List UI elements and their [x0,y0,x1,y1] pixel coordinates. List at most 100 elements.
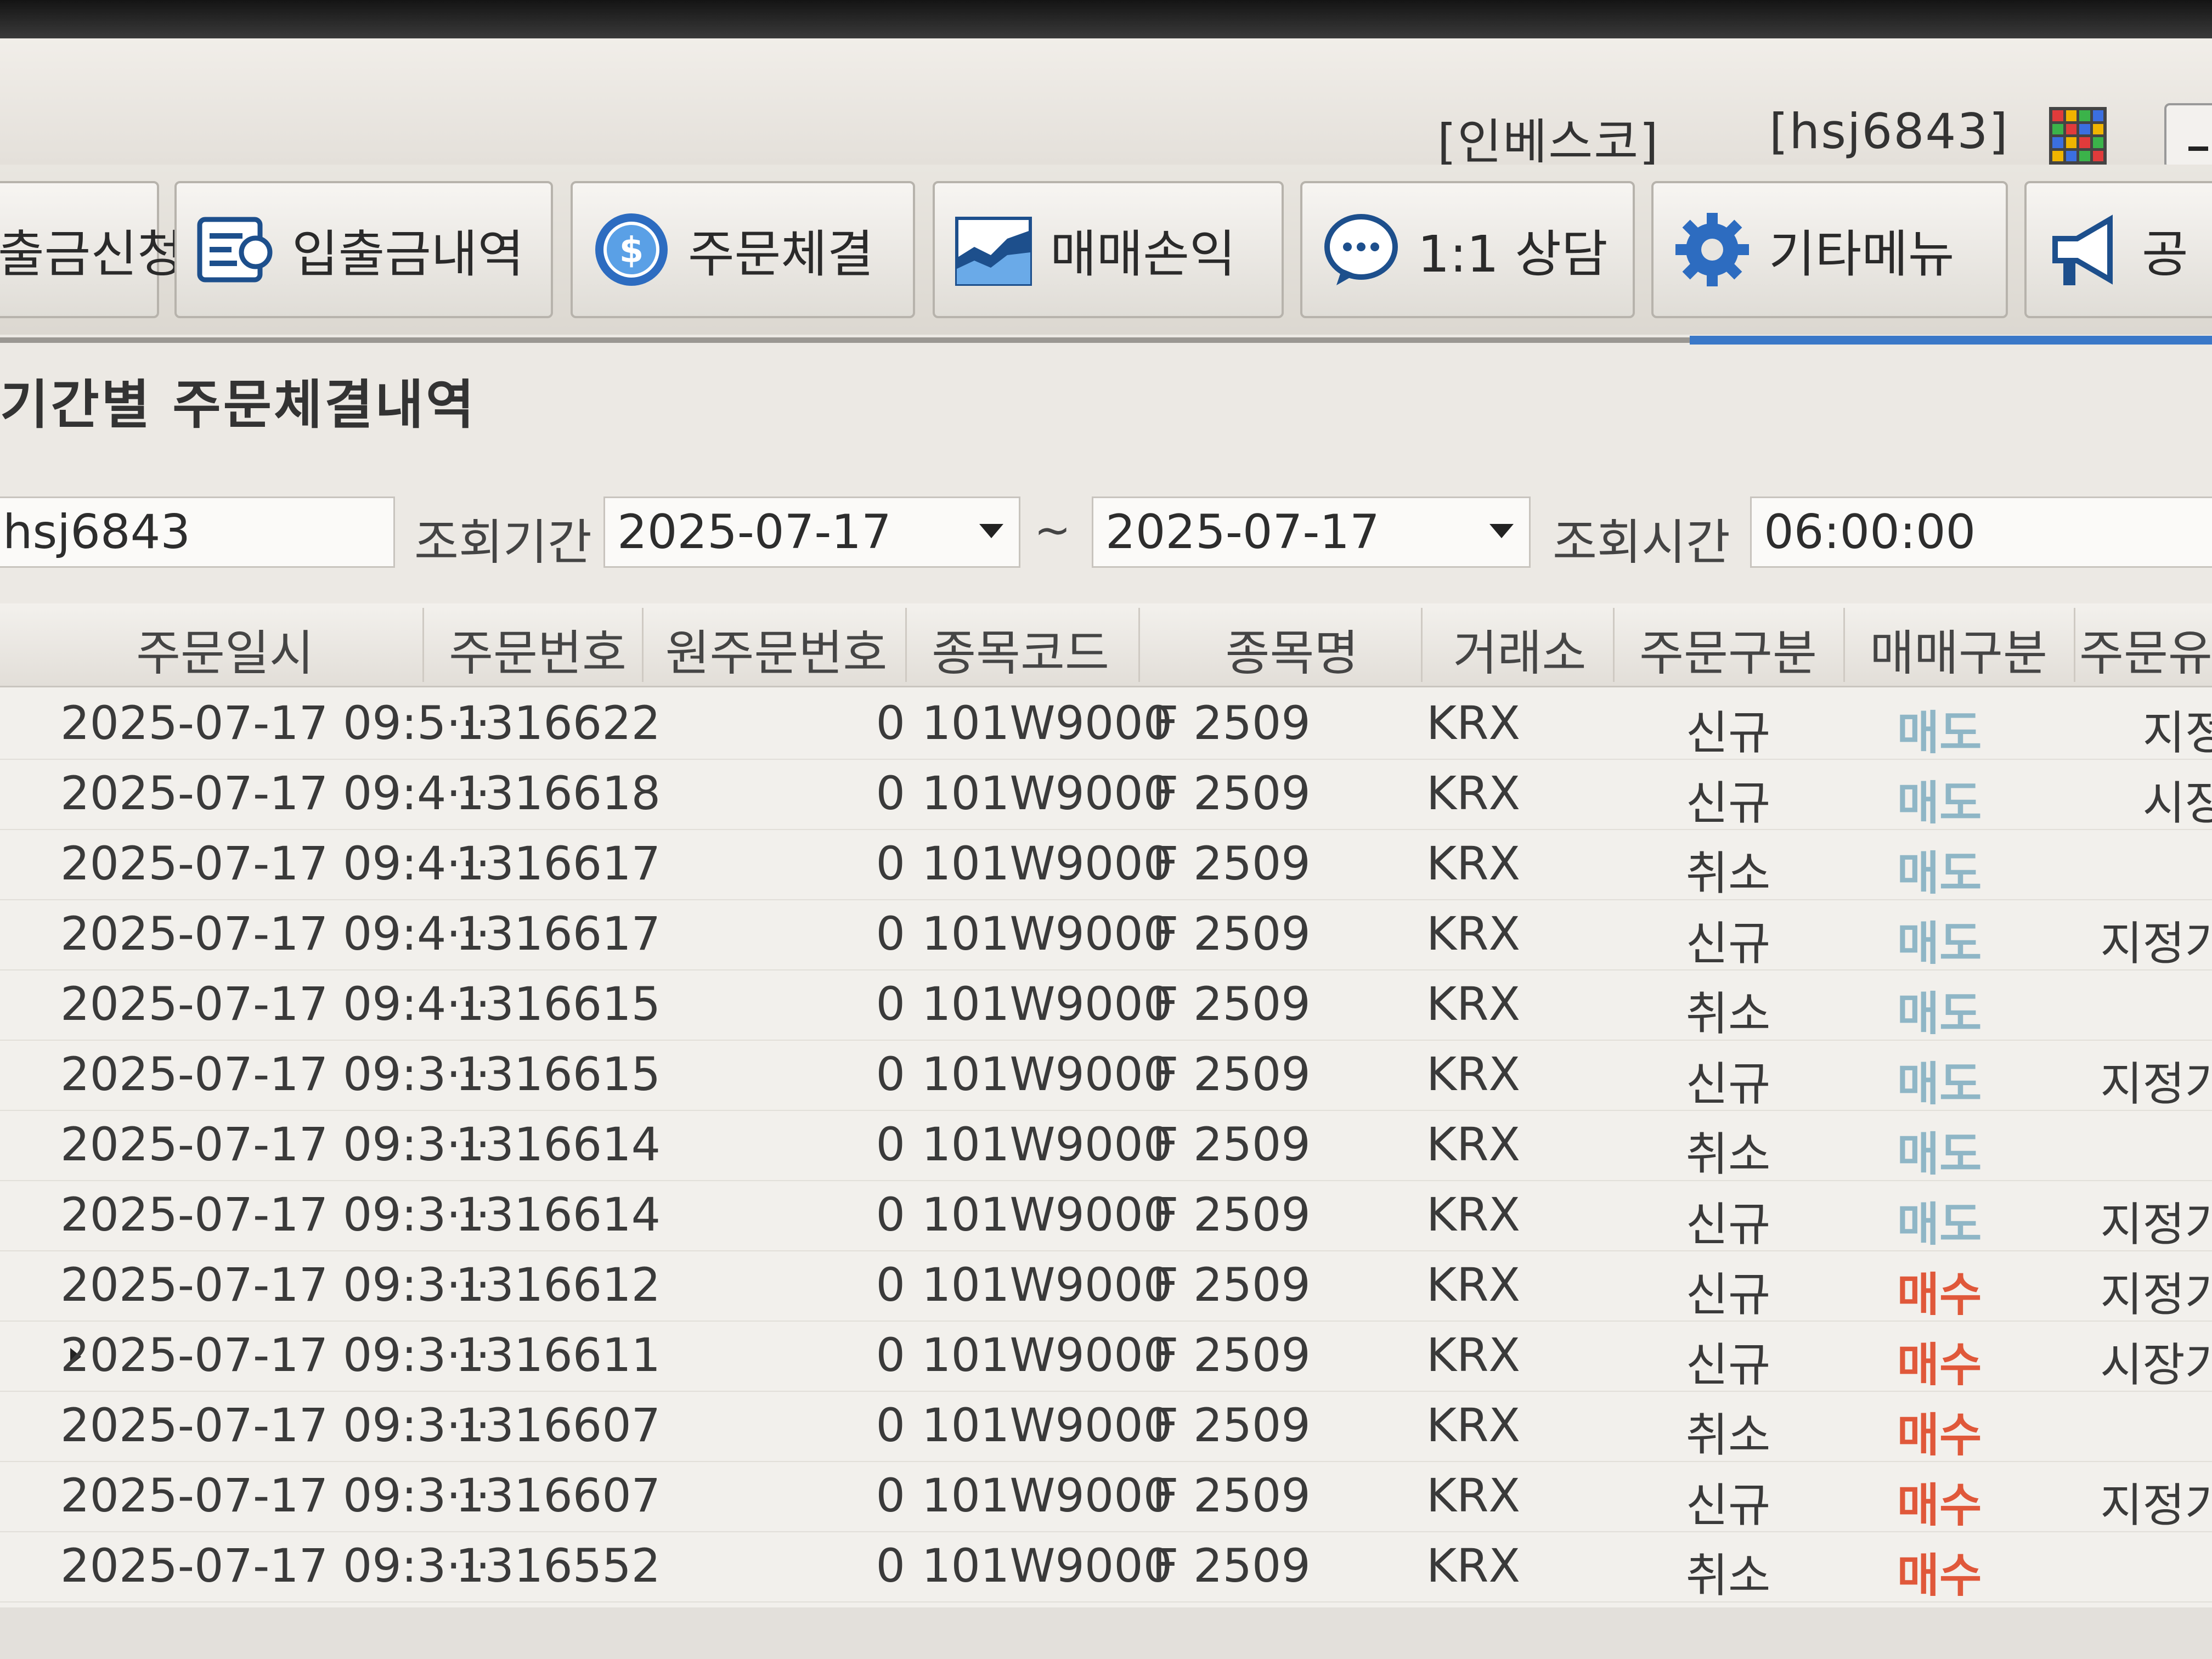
table-row[interactable]: 2025-07-17 09:3··· 1316612 0 101W9000 F 2509… [0,1250,2212,1322]
cell-order-type: 신규 [1685,1338,1771,1392]
table-row[interactable]: 2025-07-17 09:3··· 1316607 0 101W9000 F 2509… [0,1391,2212,1462]
cell-orig-order-no: 0 [876,766,905,820]
cell-order-type: 취소 [1685,847,1771,900]
column-divider[interactable] [1138,608,1140,682]
withdraw-label: 출금신청 [0,224,184,284]
deposit-history-button[interactable]: 입출금내역 [174,181,553,318]
cell-price-type: 지정가 [2100,1198,2212,1251]
cell-exchange: KRX [1426,1539,1520,1593]
cell-order-datetime: 2025-07-17 09:4··· [60,837,490,890]
cell-exchange: KRX [1426,1258,1520,1312]
account-field[interactable]: hsj6843 [0,496,395,568]
col-order-datetime[interactable]: 주문일시 [82,614,368,684]
cell-item-name: F 2509 [1152,766,1311,820]
cell-item-code: 101W9000 [922,837,1173,890]
etc-menu-label: 기타메뉴 [1769,224,1955,284]
cell-item-name: F 2509 [1152,1188,1311,1242]
column-divider[interactable] [1421,608,1423,682]
etc-menu-button[interactable]: 기타메뉴 [1651,181,2008,318]
table-row[interactable]: 2025-07-17 09:4··· 1316615 0 101W9000 F 2509… [0,969,2212,1041]
cell-order-no: 1316618 [455,766,661,820]
cell-trade-side: 매도 [1897,917,1982,970]
col-trade-side[interactable]: 매매구분 [1849,614,2068,684]
cell-order-type: 신규 [1685,776,1771,830]
table-row[interactable]: 2025-07-17 09:3··· 1316552 0 101W9000 F 2509… [0,1531,2212,1602]
cell-orig-order-no: 0 [876,1539,905,1593]
cell-orig-order-no: 0 [876,907,905,961]
cell-item-name: F 2509 [1152,1328,1311,1382]
cell-order-datetime: 2025-07-17 09:3··· [60,1469,490,1522]
cell-item-name: F 2509 [1152,1118,1311,1171]
cell-trade-side: 매도 [1897,1127,1982,1181]
cell-orig-order-no: 0 [876,1118,905,1171]
column-divider[interactable] [1843,608,1845,682]
cell-orig-order-no: 0 [876,696,905,750]
cell-order-datetime: 2025-07-17 09:3··· [60,1258,490,1312]
time-field[interactable]: 06:00:00 [1750,496,2212,568]
cell-price-type: 지정 [2142,706,2212,760]
column-divider[interactable] [422,608,424,682]
date-from-select[interactable]: 2025-07-17 [603,496,1020,568]
cell-price-type: 시장가 [2100,1338,2212,1392]
cell-exchange: KRX [1426,977,1520,1031]
cell-order-datetime: 2025-07-17 09:3··· [60,1118,490,1171]
order-fill-button[interactable]: $ 주문체결 [571,181,915,318]
order-fill-label: 주문체결 [688,224,874,284]
col-orig-order-no[interactable]: 원주문번호 [653,614,900,684]
cell-order-no: 1316622 [455,696,661,750]
table-row[interactable]: 2025-07-17 09:3··· 1316614 0 101W9000 F 2509… [0,1110,2212,1181]
table-row[interactable]: 2025-07-17 09:3··· 1316614 0 101W9000 F 2509… [0,1180,2212,1251]
chevron-down-icon[interactable] [979,524,1003,538]
consult-button[interactable]: 1:1 상담 [1300,181,1635,318]
notice-button[interactable]: 공 [2024,181,2212,318]
time-label: 조회시간 [1553,514,1730,571]
table-row[interactable]: 2025-07-17 09:3··· 1316607 0 101W9000 F 2509… [0,1461,2212,1532]
cell-order-type: 취소 [1685,987,1771,1041]
cell-exchange: KRX [1426,1188,1520,1242]
cell-trade-side: 매수 [1897,1479,1982,1532]
cell-trade-side: 매도 [1897,987,1982,1041]
date-to-select[interactable]: 2025-07-17 [1092,496,1531,568]
table-row[interactable]: 2025-07-17 09:3··· 1316615 0 101W9000 F 2509… [0,1040,2212,1111]
col-item-name[interactable]: 종목명 [1152,614,1432,684]
cell-order-datetime: 2025-07-17 09:4··· [60,766,490,820]
status-strip [0,1607,2212,1659]
date-from-value: 2025-07-17 [617,505,891,560]
cell-order-datetime: 2025-07-17 09:3··· [60,1398,490,1452]
column-divider[interactable] [905,608,907,682]
cell-exchange: KRX [1426,696,1520,750]
cell-order-datetime: 2025-07-17 09:3··· [60,1539,490,1593]
active-tab-indicator [1690,336,2212,345]
col-item-code[interactable]: 종목코드 [913,614,1127,684]
table-row[interactable]: 2025-07-17 09:4··· 1316617 0 101W9000 F 2509… [0,829,2212,900]
col-order-no[interactable]: 주문번호 [433,614,642,684]
minimize-button[interactable] [2164,103,2212,169]
cell-exchange: KRX [1426,1118,1520,1171]
column-divider[interactable] [1613,608,1615,682]
table-row[interactable]: 2025-07-17 09:3··· 1316611 0 101W9000 F 2509… [0,1321,2212,1392]
column-divider[interactable] [2074,608,2075,682]
app-grid-icon[interactable] [2049,107,2107,165]
app-window: [인베스코] [hsj6843] 출금신청 입출금내역 $ 주문체결 매매손익 … [0,0,2212,1659]
deposit-history-label: 입출금내역 [292,224,524,284]
col-exchange[interactable]: 거래소 [1426,614,1613,684]
table-row[interactable]: 2025-07-17 09:5··· 1316622 0 101W9000 F 2509… [0,689,2212,760]
megaphone-icon [2052,215,2113,285]
cell-exchange: KRX [1426,1047,1520,1101]
cell-orig-order-no: 0 [876,1328,905,1382]
cell-order-no: 1316614 [455,1118,661,1171]
withdraw-button[interactable]: 출금신청 [0,181,184,318]
monitor-bezel [0,0,2212,38]
cell-price-type: 지정가 [2100,1268,2212,1322]
col-order-type[interactable]: 주문구분 [1618,614,1838,684]
table-row[interactable]: 2025-07-17 09:4··· 1316617 0 101W9000 F 2509… [0,899,2212,970]
cell-item-name: F 2509 [1152,837,1311,890]
chevron-down-icon[interactable] [1489,524,1514,538]
trade-pnl-button[interactable]: 매매손익 [933,181,1284,318]
col-price-type[interactable]: 주문유 [2079,614,2212,684]
column-divider[interactable] [642,608,644,682]
table-row[interactable]: 2025-07-17 09:4··· 1316618 0 101W9000 F 2509… [0,759,2212,830]
cell-item-code: 101W9000 [922,907,1173,961]
toolbar: 출금신청 입출금내역 $ 주문체결 매매손익 1:1 상담 기타메뉴 공 [0,165,2212,335]
table-header: 주문일시 주문번호 원주문번호 종목코드 종목명 거래소 주문구분 매매구분 주… [0,603,2212,687]
